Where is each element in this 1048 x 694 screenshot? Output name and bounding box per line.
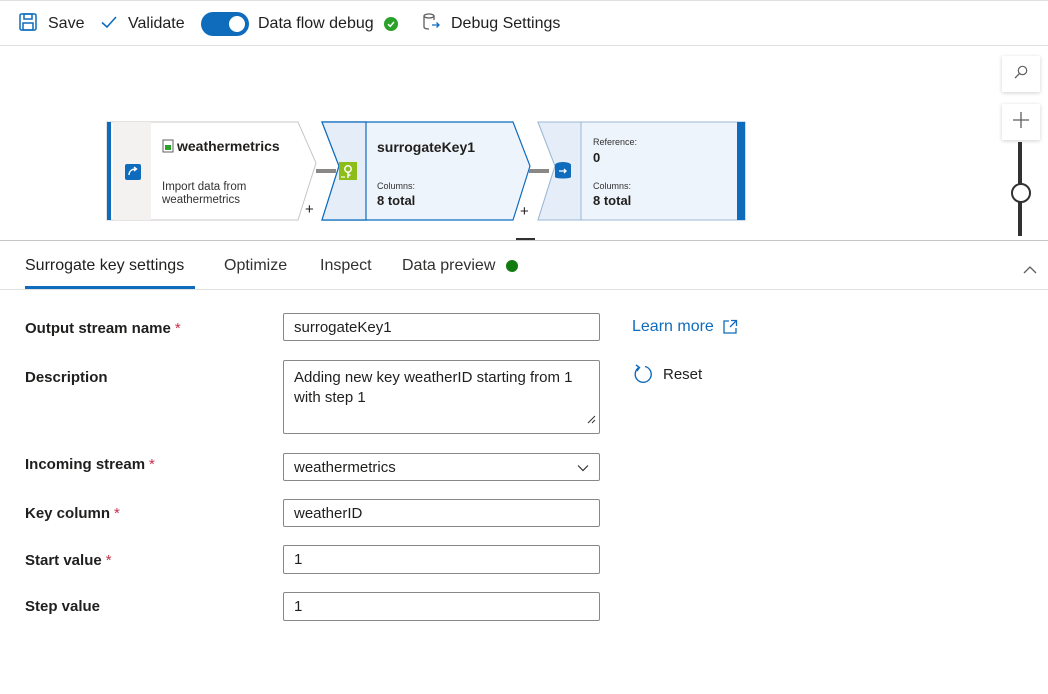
debug-settings-label: Debug Settings xyxy=(451,15,561,32)
success-check-icon xyxy=(383,17,398,31)
node-title: surrogateKey1 xyxy=(377,139,476,155)
node-title: weathermetrics xyxy=(177,138,280,154)
label-text: Start value xyxy=(25,552,102,569)
debug-toggle-label: Data flow debug xyxy=(258,15,374,32)
toggle-switch[interactable] xyxy=(201,12,249,36)
reset-icon xyxy=(633,363,653,385)
tab-label: Surrogate key settings xyxy=(25,257,185,274)
description-textarea[interactable]: Adding new key weatherID starting from 1… xyxy=(283,360,600,434)
external-link-icon xyxy=(722,319,738,335)
required-marker: * xyxy=(174,320,181,337)
tab-surrogate-key-settings[interactable]: Surrogate key settings xyxy=(25,242,184,290)
reference-label: Reference: xyxy=(593,137,638,147)
input-value: weatherID xyxy=(294,504,363,522)
select-value: weathermetrics xyxy=(294,458,396,476)
required-marker: * xyxy=(105,552,112,569)
reset-button[interactable]: Reset xyxy=(633,363,702,385)
save-label: Save xyxy=(48,15,85,32)
save-button[interactable]: Save xyxy=(18,1,84,47)
panel-resize-handle[interactable] xyxy=(516,238,535,240)
chevron-down-icon xyxy=(577,459,589,476)
active-tab-indicator xyxy=(25,286,195,289)
search-icon xyxy=(1013,64,1029,85)
label-text: Key column xyxy=(25,505,111,522)
textarea-value: Adding new key weatherID starting from 1… xyxy=(294,369,573,406)
save-icon xyxy=(18,12,38,37)
input-value: 1 xyxy=(294,551,303,568)
columns-value: 8 total xyxy=(377,193,416,208)
key-column-input[interactable]: weatherID xyxy=(283,499,600,527)
reference-value: 0 xyxy=(593,150,601,165)
output-stream-name-label: Output stream name * xyxy=(25,320,181,337)
add-transform-button[interactable]: + xyxy=(520,203,529,220)
data-flow-debug-toggle[interactable]: Data flow debug xyxy=(201,1,398,47)
key-column-label: Key column * xyxy=(25,505,120,522)
settings-tabs: Surrogate key settings Optimize Inspect … xyxy=(0,242,1048,290)
toolbar: Save Validate Data flow debug Debug Sett… xyxy=(0,0,1048,46)
sink-node[interactable]: Reference: 0 Columns: 8 total xyxy=(537,121,747,221)
status-dot-icon xyxy=(506,260,519,272)
sink-icon xyxy=(554,161,572,186)
checkmark-icon xyxy=(100,13,118,36)
link-text: Learn more xyxy=(632,318,714,335)
columns-value: 8 total xyxy=(593,193,632,208)
columns-label: Columns: xyxy=(593,181,632,191)
validate-button[interactable]: Validate xyxy=(100,1,185,47)
dataset-icon xyxy=(162,139,174,158)
debug-settings-icon xyxy=(421,12,441,37)
data-flow-canvas[interactable]: weathermetrics Import data from weatherm… xyxy=(0,47,1048,241)
learn-more-link[interactable]: Learn more xyxy=(632,318,738,336)
chevron-up-icon[interactable] xyxy=(1023,262,1037,280)
resize-grip-icon[interactable] xyxy=(586,410,596,430)
start-value-input[interactable]: 1 xyxy=(283,545,600,574)
required-marker: * xyxy=(149,456,155,473)
source-icon xyxy=(124,163,142,186)
source-node-weathermetrics[interactable]: weathermetrics Import data from weatherm… xyxy=(106,121,326,221)
step-value-label: Step value xyxy=(25,598,100,615)
required-marker: * xyxy=(114,505,120,522)
node-subtitle: Import data from weathermetrics xyxy=(162,181,247,206)
transform-node-surrogatekey1[interactable]: surrogateKey1 Columns: 8 total + xyxy=(321,121,536,221)
columns-label: Columns: xyxy=(377,181,416,191)
label-text: Description xyxy=(25,369,108,386)
surrogate-key-icon xyxy=(338,161,358,186)
incoming-stream-label: Incoming stream * xyxy=(25,456,155,473)
validate-label: Validate xyxy=(128,15,185,32)
tab-optimize[interactable]: Optimize xyxy=(224,242,287,290)
tab-label: Optimize xyxy=(224,257,288,274)
tab-label: Data preview xyxy=(402,257,496,274)
label-text: Step value xyxy=(25,598,101,615)
add-transform-button[interactable]: + xyxy=(305,201,314,218)
incoming-stream-select[interactable]: weathermetrics xyxy=(283,453,600,481)
search-canvas-button[interactable] xyxy=(1002,56,1040,92)
description-label: Description xyxy=(25,369,108,386)
zoom-in-button[interactable] xyxy=(1002,104,1040,140)
input-value: 1 xyxy=(294,598,303,615)
plus-icon xyxy=(1012,111,1030,134)
zoom-slider-thumb[interactable] xyxy=(1011,183,1031,203)
start-value-label: Start value * xyxy=(25,552,112,569)
step-value-input[interactable]: 1 xyxy=(283,592,600,621)
tab-label: Inspect xyxy=(320,257,372,274)
tab-inspect[interactable]: Inspect xyxy=(320,242,372,290)
input-value: surrogateKey1 xyxy=(294,318,392,336)
tab-data-preview[interactable]: Data preview xyxy=(402,242,519,290)
label-text: Output stream name xyxy=(25,320,171,337)
output-stream-name-input[interactable]: surrogateKey1 xyxy=(283,313,600,341)
debug-settings-button[interactable]: Debug Settings xyxy=(421,1,560,47)
reset-label: Reset xyxy=(663,365,703,383)
label-text: Incoming stream xyxy=(25,456,146,473)
